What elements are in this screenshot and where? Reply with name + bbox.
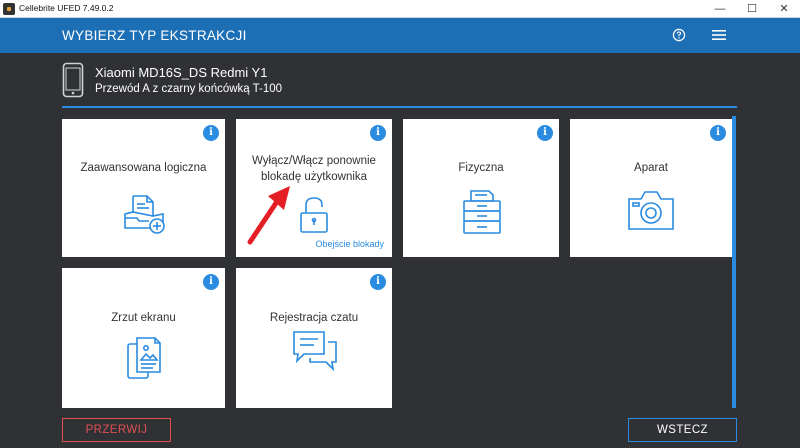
window-title: Cellebrite UFED 7.49.0.2 (19, 3, 114, 13)
question-circle-icon[interactable] (672, 28, 686, 42)
tile-label: Zrzut ekranu (111, 312, 176, 324)
phone-icon (62, 62, 84, 98)
info-icon[interactable]: i (370, 274, 386, 290)
back-button[interactable]: WSTECZ (628, 418, 737, 442)
tile-chat-capture[interactable]: i Rejestracja czatu (236, 268, 392, 408)
tile-advanced-logical[interactable]: i Zaawansowana logiczna (62, 119, 225, 257)
hamburger-menu-icon[interactable] (711, 28, 727, 42)
app-header: WYBIERZ TYP EKSTRAKCJI (0, 18, 800, 53)
device-cable: Przewód A z czarny końcówką T-100 (95, 83, 283, 95)
page-title: WYBIERZ TYP EKSTRAKCJI (62, 28, 247, 43)
tile-camera[interactable]: i Aparat (570, 119, 732, 257)
document-plus-tray-icon (124, 195, 165, 234)
annotation-arrow-icon (247, 186, 290, 245)
tile-label-line2: blokadę użytkownika (260, 171, 368, 183)
info-icon[interactable]: i (203, 274, 219, 290)
info-icon[interactable]: i (203, 125, 219, 141)
tile-screenshot[interactable]: i Zrzut ekranu (62, 268, 225, 408)
tile-physical[interactable]: i Fizyczna (403, 119, 559, 257)
info-icon[interactable]: i (370, 125, 386, 141)
tile-label: Fizyczna (458, 162, 504, 174)
minimize-button[interactable]: — (704, 0, 736, 18)
info-icon[interactable]: i (537, 125, 553, 141)
maximize-button[interactable]: ☐ (736, 0, 768, 18)
tile-label: Zaawansowana logiczna (80, 162, 207, 174)
tile-label: Rejestracja czatu (269, 312, 359, 324)
screenshot-document-icon (127, 337, 161, 379)
printer-tray-icon (463, 190, 501, 234)
tile-label-line1: Wyłącz/Włącz ponownie (252, 155, 376, 167)
lock-bypass-link[interactable]: Obejście blokady (315, 239, 384, 249)
tile-label: Aparat (634, 162, 668, 174)
close-button[interactable]: ✕ (768, 0, 800, 18)
device-info: Xiaomi MD16S_DS Redmi Y1 Przewód A z cza… (62, 62, 737, 106)
header-divider (62, 106, 737, 108)
chat-bubbles-icon (293, 331, 337, 372)
app-logo-icon (3, 3, 15, 15)
window-titlebar: Cellebrite UFED 7.49.0.2 — ☐ ✕ (0, 0, 800, 18)
device-name: Xiaomi MD16S_DS Redmi Y1 (95, 65, 268, 80)
abort-button[interactable]: PRZERWIJ (62, 418, 171, 442)
padlock-open-icon (300, 197, 328, 233)
info-icon[interactable]: i (710, 125, 726, 141)
camera-icon (628, 191, 674, 230)
content-scrollbar[interactable] (732, 116, 736, 408)
